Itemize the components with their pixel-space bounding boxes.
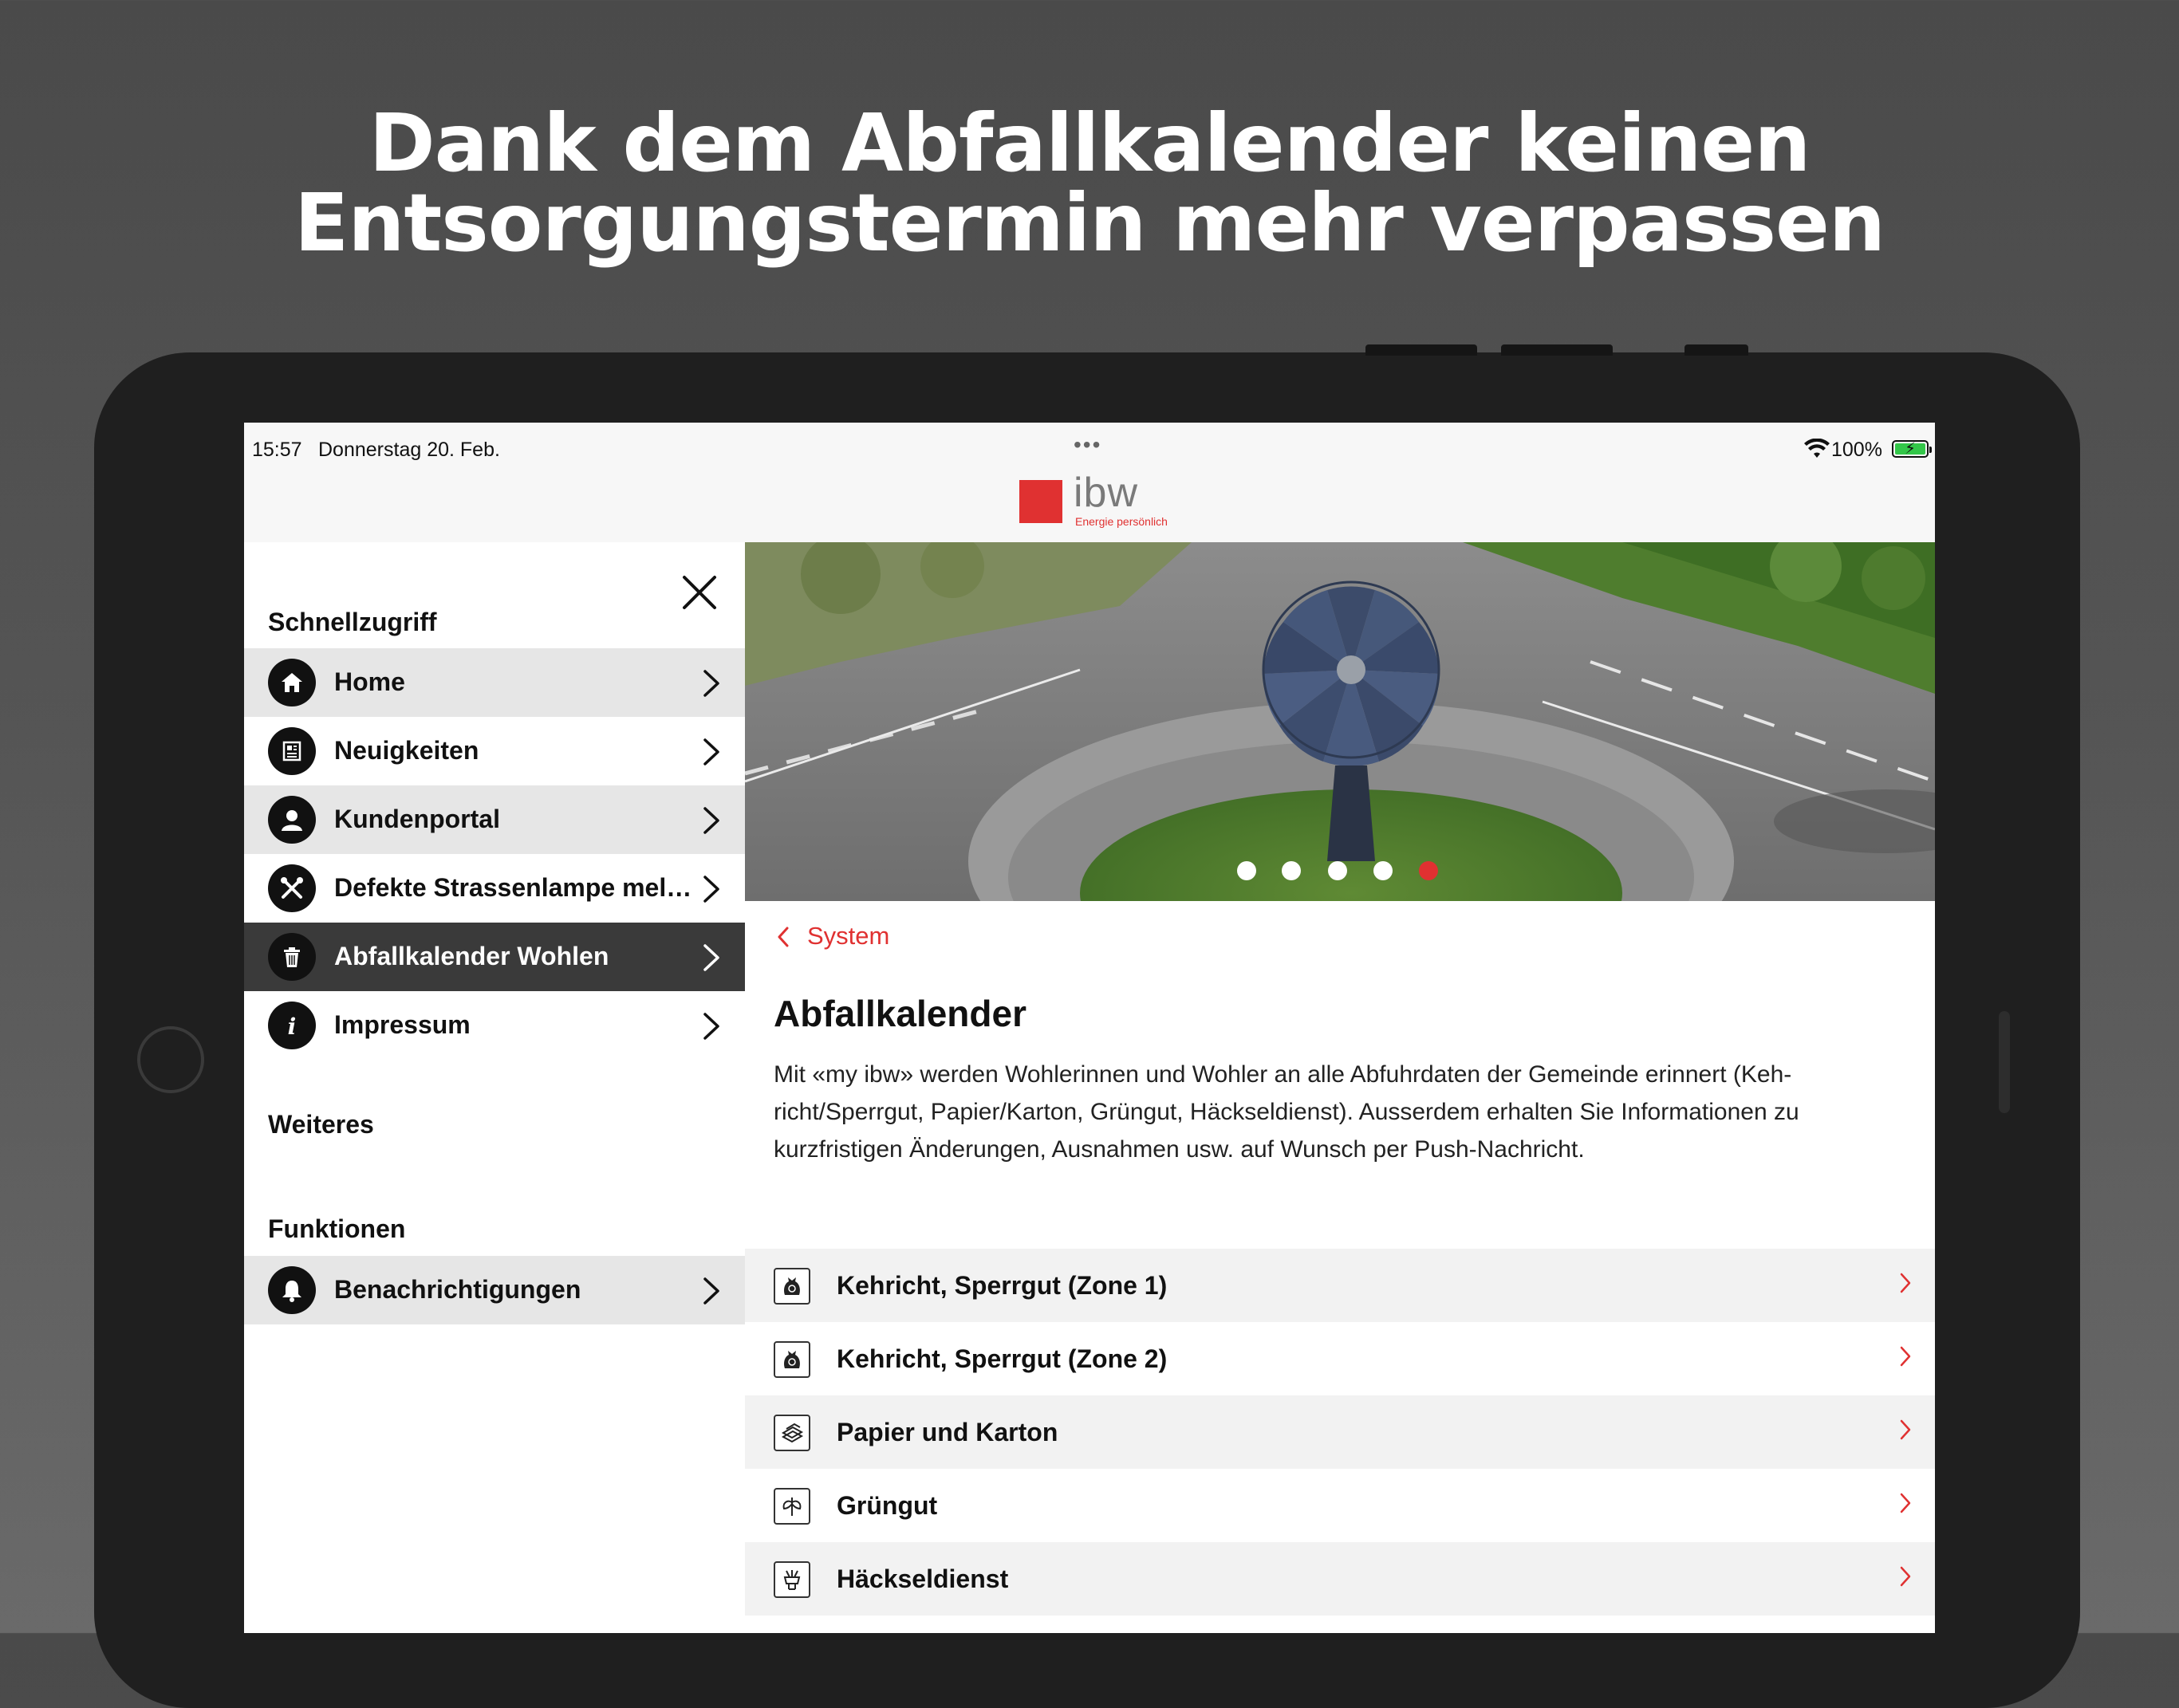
ibw-logo-square [1019,480,1062,523]
status-bar: 15:57 Donnerstag 20. Feb. ••• 100% ⚡ ibw… [244,423,1935,542]
status-date: Donnerstag 20. Feb. [318,439,500,461]
pager-dot-5[interactable] [1419,861,1438,880]
promo-headline-line2: Entsorgungstermin mehr verpassen [294,176,1885,270]
sidebar-item-news[interactable]: Neuigkeiten [244,717,745,785]
section-title-functions: Funktionen [268,1214,406,1243]
description-line: Mit «my ibw» werden Wohlerinnen und Wohl… [774,1061,1792,1088]
sidebar-item-label: Home [334,667,405,696]
volume-up-button [1365,344,1477,356]
bell-icon [268,1266,316,1314]
category-item-shredding-service[interactable]: Häckseldienst [745,1542,1935,1616]
section-title-more: Weiteres [268,1110,374,1139]
sidebar-item-notifications[interactable]: Benachrichtigungen [244,1256,745,1324]
home-button [137,1026,204,1093]
sidebar-menu: Schnellzugriff Home Neuigkeiten Kundenpo… [244,542,745,1633]
sidebar-item-report-streetlamp[interactable]: Defekte Strassenlampe mel… [244,854,745,923]
sidebar-item-label: Benachrichtigungen [334,1275,581,1304]
pager-dot-2[interactable] [1282,861,1301,880]
sidebar-item-customer-portal[interactable]: Kundenportal [244,785,745,854]
sidebar-item-waste-calendar[interactable]: Abfallkalender Wohlen [244,923,745,991]
sidebar-item-imprint[interactable]: i Impressum [244,991,745,1060]
category-item-green-waste[interactable]: Grüngut [745,1469,1935,1542]
category-label: Kehricht, Sperrgut (Zone 1) [837,1271,1168,1300]
category-item-garbage-zone-2[interactable]: Kehricht, Sperrgut (Zone 2) [745,1322,1935,1395]
sidebar-item-label: Neuigkeiten [334,736,479,765]
sidebar-item-label: Impressum [334,1010,471,1039]
ibw-logo-text: ibw [1074,470,1139,516]
home-icon [268,659,316,706]
ibw-logo-tagline: Energie persönlich [1075,515,1168,528]
shredder-icon [774,1561,810,1598]
section-title-quick-access: Schnellzugriff [268,608,437,636]
carousel-pager [745,861,1935,885]
promo-headline: Dank dem Abfallkalender keinen Entsorgun… [0,104,2179,263]
info-icon: i [268,1002,316,1049]
description-line: richt/Sperrgut, Papier/Karton, Grüngut, … [774,1099,1799,1125]
volume-down-button [1501,344,1613,356]
battery-icon: ⚡ [1892,440,1932,458]
status-time: 15:57 [252,439,302,461]
back-label: System [807,922,890,950]
hero-image-solar-flower[interactable] [745,542,1935,901]
category-label: Grüngut [837,1491,938,1520]
tools-icon [268,864,316,912]
newspaper-icon [268,727,316,775]
chevron-left-icon [778,927,789,947]
chevron-right-icon [703,944,719,971]
pager-dot-4[interactable] [1373,861,1393,880]
battery-percent: 100% [1831,439,1882,461]
tablet-screen: 15:57 Donnerstag 20. Feb. ••• 100% ⚡ ibw… [244,423,1935,1633]
paper-stack-icon [774,1415,810,1451]
chevron-right-icon [703,1013,719,1040]
sidebar-item-label: Defekte Strassenlampe mel… [334,873,692,902]
chevron-right-icon [1900,1493,1911,1513]
category-label: Kehricht, Sperrgut (Zone 2) [837,1344,1168,1373]
charging-bolt-icon: ⚡ [1905,440,1917,458]
user-icon [268,796,316,844]
sidebar-item-label: Abfallkalender Wohlen [334,942,609,970]
category-label: Papier und Karton [837,1418,1058,1446]
category-label: Häckseldienst [837,1564,1009,1593]
leaf-icon [774,1488,810,1525]
description-line: kurzfristigen Änderungen, Ausnahmen usw.… [774,1136,1585,1163]
category-item-garbage-zone-1[interactable]: Kehricht, Sperrgut (Zone 1) [745,1249,1935,1322]
chevron-right-icon [703,807,719,834]
chevron-right-icon [1900,1273,1911,1293]
sidebar-item-label: Kundenportal [334,805,500,833]
pager-dot-3[interactable] [1328,861,1347,880]
svg-text:i: i [288,1013,297,1038]
chevron-right-icon [703,670,719,697]
garbage-bag-icon [774,1268,810,1305]
main-content: System Abfallkalender Mit «my ibw» werde… [745,542,1935,1633]
category-item-paper[interactable]: Papier und Karton [745,1395,1935,1469]
chevron-right-icon [1900,1419,1911,1440]
power-button [1684,344,1748,356]
chevron-right-icon [703,738,719,765]
close-icon[interactable] [681,574,718,611]
promo-headline-line1: Dank dem Abfallkalender keinen [368,96,1811,190]
pager-dot-1[interactable] [1237,861,1256,880]
chevron-right-icon [703,1277,719,1305]
sidebar-item-home[interactable]: Home [244,648,745,717]
wifi-icon [1804,439,1830,458]
page-title: Abfallkalender [774,993,1026,1034]
side-sensor [1999,1011,2010,1113]
chevron-right-icon [1900,1346,1911,1367]
multitasking-dots-icon[interactable]: ••• [1074,432,1101,458]
garbage-bag-icon [774,1341,810,1378]
trash-icon [268,933,316,981]
chevron-right-icon [703,876,719,903]
chevron-right-icon [1900,1566,1911,1587]
page-description: Mit «my ibw» werden Wohlerinnen und Wohl… [774,1056,1906,1168]
